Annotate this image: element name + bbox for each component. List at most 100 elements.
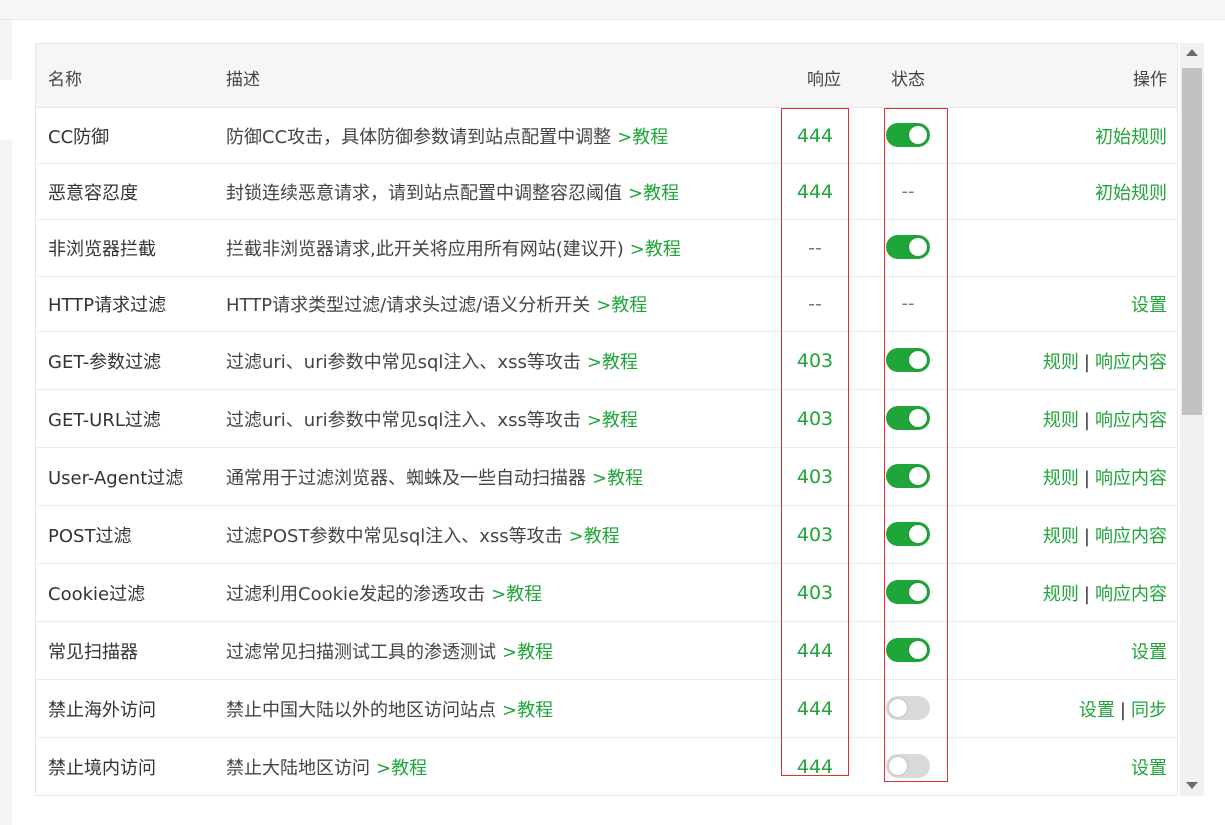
ops-separator: | xyxy=(1083,583,1090,605)
ops-link[interactable]: 规则 xyxy=(1043,526,1079,547)
firewall-rules-table: 名称 描述 响应 状态 操作 CC防御 防御CC攻击，具体防御参数请到站点配置中调… xyxy=(35,43,1178,796)
ops-separator: | xyxy=(1083,351,1090,373)
state-toggle[interactable] xyxy=(886,405,930,430)
ops-link[interactable]: 响应内容 xyxy=(1095,352,1167,373)
response-code: 403 xyxy=(796,407,834,430)
ops-cell: 设置 xyxy=(1131,638,1167,664)
tutorial-link[interactable]: >教程 xyxy=(569,526,620,547)
state-empty: -- xyxy=(901,180,915,202)
table-row: GET-URL过滤 过滤uri、uri参数中常见sql注入、xss等攻击 >教程 40… xyxy=(36,390,1177,448)
rule-description: 过滤uri、uri参数中常见sql注入、xss等攻击 >教程 xyxy=(226,406,638,432)
header-name: 名称 xyxy=(48,70,82,90)
rule-description: 过滤POST参数中常见sql注入、xss等攻击 >教程 xyxy=(226,522,620,548)
tutorial-link[interactable]: >教程 xyxy=(502,700,553,721)
state-toggle[interactable] xyxy=(886,521,930,546)
state-toggle[interactable] xyxy=(886,753,930,778)
ops-link[interactable]: 初始规则 xyxy=(1095,127,1167,148)
ops-link[interactable]: 响应内容 xyxy=(1095,584,1167,605)
state-cell xyxy=(884,695,932,722)
response-code: 444 xyxy=(796,697,834,720)
tutorial-link[interactable]: >教程 xyxy=(491,584,542,605)
state-empty: -- xyxy=(901,293,915,314)
rule-description: 过滤利用Cookie发起的渗透攻击 >教程 xyxy=(226,580,542,606)
state-toggle[interactable] xyxy=(886,122,930,147)
state-toggle[interactable] xyxy=(886,695,930,720)
rule-name: POST过滤 xyxy=(48,525,132,547)
toggle-knob xyxy=(889,698,907,717)
tutorial-link[interactable]: >教程 xyxy=(628,183,679,204)
response-code: 444 xyxy=(796,639,834,662)
ops-link[interactable]: 响应内容 xyxy=(1095,468,1167,489)
state-toggle[interactable] xyxy=(886,579,930,604)
rule-description-text: 过滤常见扫描测试工具的渗透测试 xyxy=(226,641,496,663)
rule-description-text: 过滤利用Cookie发起的渗透攻击 xyxy=(226,583,486,605)
response-code: 403 xyxy=(796,349,834,372)
rule-description-text: 过滤uri、uri参数中常见sql注入、xss等攻击 xyxy=(226,351,581,373)
ops-link[interactable]: 设置 xyxy=(1131,295,1167,316)
rule-name: 禁止海外访问 xyxy=(48,699,156,721)
table-row: CC防御 防御CC攻击，具体防御参数请到站点配置中调整 >教程 444 初始规则 xyxy=(36,108,1177,164)
rule-name: Cookie过滤 xyxy=(48,583,146,605)
scroll-up-arrow-icon[interactable] xyxy=(1186,49,1198,56)
ops-separator: | xyxy=(1083,467,1090,489)
ops-link[interactable]: 规则 xyxy=(1043,584,1079,605)
state-cell xyxy=(884,463,932,490)
rule-description: 通常用于过滤浏览器、蜘蛛及一些自动扫描器 >教程 xyxy=(226,464,643,490)
ops-cell: 设置 xyxy=(1131,291,1167,317)
state-toggle[interactable] xyxy=(886,637,930,662)
toggle-knob xyxy=(889,756,907,775)
ops-link[interactable]: 响应内容 xyxy=(1095,410,1167,431)
header-ops: 操作 xyxy=(1133,70,1167,90)
rule-name: 禁止境内访问 xyxy=(48,757,156,779)
ops-link[interactable]: 规则 xyxy=(1043,410,1079,431)
rule-description: 防御CC攻击，具体防御参数请到站点配置中调整 >教程 xyxy=(226,123,668,149)
vertical-scrollbar[interactable] xyxy=(1180,43,1204,796)
response-code: 403 xyxy=(796,523,834,546)
ops-link[interactable]: 规则 xyxy=(1043,468,1079,489)
tutorial-link[interactable]: >教程 xyxy=(376,758,427,779)
ops-link[interactable]: 规则 xyxy=(1043,352,1079,373)
ops-link[interactable]: 响应内容 xyxy=(1095,526,1167,547)
tutorial-link[interactable]: >教程 xyxy=(617,127,668,148)
state-cell: -- xyxy=(884,291,932,317)
ops-link[interactable]: 初始规则 xyxy=(1095,183,1167,204)
scroll-thumb[interactable] xyxy=(1182,68,1202,415)
table-row: 常见扫描器 过滤常见扫描测试工具的渗透测试 >教程 444 设置 xyxy=(36,622,1177,680)
state-toggle[interactable] xyxy=(886,235,930,259)
toggle-knob xyxy=(909,524,927,543)
ops-cell: 初始规则 xyxy=(1095,179,1167,205)
left-strip xyxy=(0,80,12,140)
tutorial-link[interactable]: >教程 xyxy=(630,239,681,260)
ops-link[interactable]: 设置 xyxy=(1131,758,1167,779)
ops-cell: 规则 | 响应内容 xyxy=(1043,464,1167,490)
scroll-down-arrow-icon[interactable] xyxy=(1186,782,1198,789)
tutorial-link[interactable]: >教程 xyxy=(596,295,647,316)
table-row: HTTP请求过滤 HTTP请求类型过滤/请求头过滤/语义分析开关 >教程 -- -- 设置 xyxy=(36,277,1177,332)
response-code: 444 xyxy=(796,755,834,778)
table-row: Cookie过滤 过滤利用Cookie发起的渗透攻击 >教程 403 规则 | 响应内容 xyxy=(36,564,1177,622)
toggle-knob xyxy=(909,582,927,601)
rule-name: 非浏览器拦截 xyxy=(48,239,156,260)
rule-name: GET-URL过滤 xyxy=(48,409,161,431)
rule-description-text: 封锁连续恶意请求，请到站点配置中调整容忍阈值 xyxy=(226,182,622,204)
tutorial-link[interactable]: >教程 xyxy=(587,352,638,373)
ops-cell: 规则 | 响应内容 xyxy=(1043,580,1167,606)
rule-description: HTTP请求类型过滤/请求头过滤/语义分析开关 >教程 xyxy=(226,291,647,317)
rule-name: GET-参数过滤 xyxy=(48,351,162,373)
tutorial-link[interactable]: >教程 xyxy=(587,410,638,431)
tutorial-link[interactable]: >教程 xyxy=(592,468,643,489)
response-code: -- xyxy=(808,293,822,315)
ops-link[interactable]: 设置 xyxy=(1131,642,1167,663)
ops-link[interactable]: 同步 xyxy=(1131,700,1167,721)
ops-link[interactable]: 设置 xyxy=(1079,700,1115,721)
rule-description: 禁止中国大陆以外的地区访问站点 >教程 xyxy=(226,696,553,722)
tutorial-link[interactable]: >教程 xyxy=(502,642,553,663)
ops-cell: 规则 | 响应内容 xyxy=(1043,406,1167,432)
state-toggle[interactable] xyxy=(886,463,930,488)
state-toggle[interactable] xyxy=(886,347,930,372)
state-cell: -- xyxy=(884,179,932,205)
table-header: 名称 描述 响应 状态 操作 xyxy=(36,44,1177,108)
rule-description: 拦截非浏览器请求,此开关将应用所有网站(建议开) >教程 xyxy=(226,235,681,261)
rule-description-text: 通常用于过滤浏览器、蜘蛛及一些自动扫描器 xyxy=(226,467,586,489)
rule-name: 常见扫描器 xyxy=(48,641,138,663)
